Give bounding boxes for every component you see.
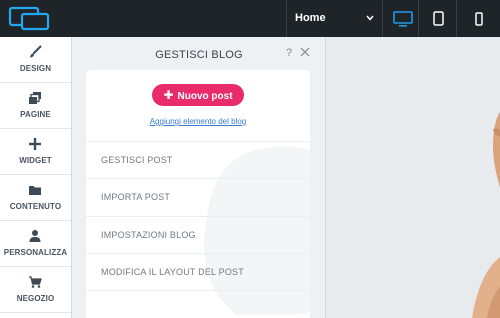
person-icon [29, 230, 41, 242]
plus-icon: ✚ [163, 88, 174, 102]
menu-item-label: MODIFICA IL LAYOUT DEL POST [101, 267, 244, 277]
tablet-icon [433, 11, 444, 26]
sidebar-item-negozio[interactable]: NEGOZIO [0, 267, 71, 313]
sidebar-item-label: PERSONALIZZA [3, 248, 68, 257]
brush-icon [30, 45, 42, 58]
close-icon[interactable] [300, 47, 310, 57]
new-post-label: Nuovo post [177, 91, 233, 102]
plus-icon [29, 138, 41, 150]
top-bar: Home [0, 0, 500, 37]
page-selector-value: Home [295, 12, 326, 24]
sidebar-item-label: PAGINE [20, 110, 51, 119]
sidebar-item-pagine[interactable]: PAGINE [0, 83, 71, 129]
sidebar-item-contenuto[interactable]: CONTENUTO [0, 175, 71, 221]
chevron-down-icon [366, 15, 374, 21]
preview-photo [327, 37, 500, 318]
sidebar-item-label: DESIGN [19, 64, 52, 73]
site-preview[interactable] [327, 37, 500, 318]
left-sidebar: DESIGN PAGINE WIDGET CONTENUTO PERSONALI… [0, 37, 72, 318]
help-button[interactable]: ? [286, 47, 292, 59]
menu-divider [86, 290, 310, 318]
cart-icon [29, 276, 42, 288]
pages-icon [29, 92, 41, 104]
mobile-view-button[interactable] [456, 0, 500, 37]
add-blog-element-link[interactable]: Aggiungi elemento del blog [86, 117, 310, 126]
sidebar-item-label: CONTENUTO [9, 202, 62, 211]
site-builder-logo-icon[interactable] [8, 6, 50, 31]
menu-item-impostazioni-blog[interactable]: IMPOSTAZIONI BLOG [86, 216, 310, 253]
sidebar-item-design[interactable]: DESIGN [0, 37, 71, 83]
sidebar-item-label: WIDGET [19, 156, 52, 165]
sidebar-item-personalizza[interactable]: PERSONALIZZA [0, 221, 71, 267]
mobile-icon [474, 11, 483, 26]
menu-item-label: IMPOSTAZIONI BLOG [101, 230, 196, 240]
sidebar-item-widget[interactable]: WIDGET [0, 129, 71, 175]
menu-item-gestisci-post[interactable]: GESTISCI POST [86, 141, 310, 178]
menu-item-label: GESTISCI POST [101, 155, 173, 165]
blog-card: ✚ Nuovo post Aggiungi elemento del blog G… [86, 70, 310, 318]
page-selector[interactable]: Home [286, 0, 382, 37]
menu-item-importa-post[interactable]: IMPORTA POST [86, 178, 310, 215]
menu-item-modifica-layout[interactable]: MODIFICA IL LAYOUT DEL POST [86, 253, 310, 290]
desktop-view-button[interactable] [382, 0, 422, 37]
new-post-button[interactable]: ✚ Nuovo post [152, 84, 244, 106]
menu-item-label: IMPORTA POST [101, 192, 171, 202]
tablet-view-button[interactable] [418, 0, 458, 37]
folder-icon [29, 186, 41, 195]
desktop-icon [392, 10, 413, 27]
sidebar-item-label: NEGOZIO [16, 294, 55, 303]
